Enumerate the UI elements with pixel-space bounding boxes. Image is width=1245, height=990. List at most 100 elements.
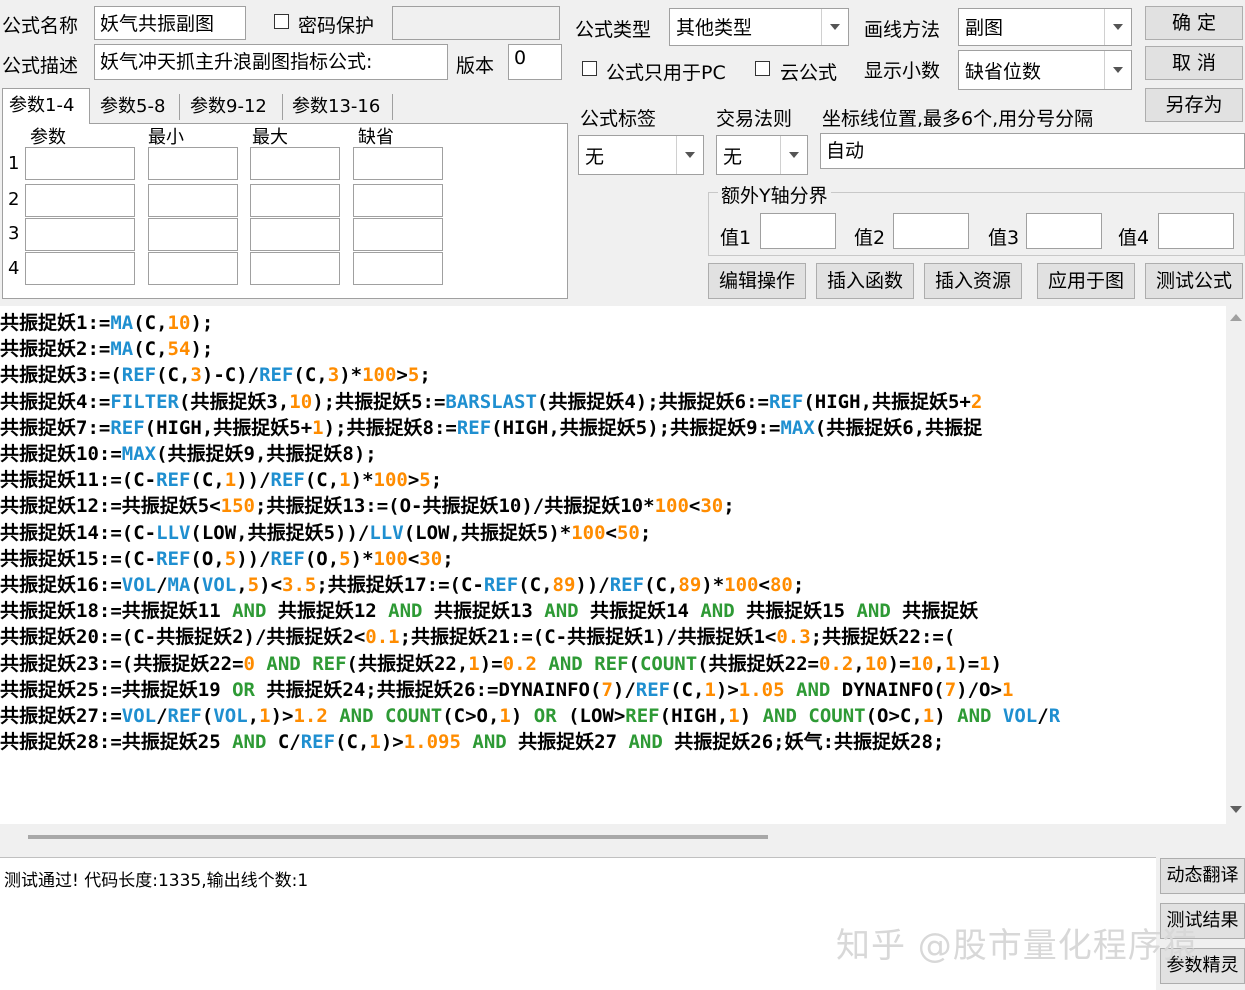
value4-input[interactable]: [1158, 213, 1234, 249]
tab-divider: [179, 94, 180, 120]
code-line: 共振捉妖11:=(C-REF(C,1))/REF(C,1)*100>5;: [0, 469, 443, 492]
watermark: 知乎 @股市量化程序猿: [836, 926, 1198, 966]
tab-divider: [392, 94, 393, 120]
code-line: 共振捉妖28:=共振捉妖25 AND C/REF(C,1)>1.095 AND …: [0, 731, 945, 754]
param-2-name-input[interactable]: [25, 184, 135, 217]
apply-to-chart-button[interactable]: 应用于图: [1037, 263, 1135, 299]
param-4-max-input[interactable]: [250, 252, 340, 285]
formula-name-input[interactable]: 妖气共振副图: [94, 6, 246, 40]
code-line: 共振捉妖2:=MA(C,54);: [0, 338, 214, 361]
decimal-value: 缺省位数: [965, 61, 1042, 83]
code-line: 共振捉妖4:=FILTER(共振捉妖3,10);共振捉妖5:=BARSLAST(…: [0, 390, 983, 413]
value2-input[interactable]: [893, 213, 969, 249]
code-line: 共振捉妖12:=共振捉妖5<150;共振捉妖13:=(O-共振捉妖10)/共振捉…: [0, 495, 735, 518]
param-2-default-input[interactable]: [353, 184, 443, 217]
horizontal-scroll-thumb[interactable]: [28, 835, 768, 839]
status-message: 测试通过! 代码长度:1335,输出线个数:1: [4, 871, 309, 891]
scroll-up-icon[interactable]: [1230, 314, 1242, 321]
scroll-down-icon[interactable]: [1230, 806, 1242, 813]
code-line: 共振捉妖20:=(C-共振捉妖2)/共振捉妖2<0.1;共振捉妖21:=(C-共…: [0, 626, 956, 649]
code-line: 共振捉妖23:=(共振捉妖22=0 AND REF(共振捉妖22,1)=0.2 …: [0, 652, 1003, 675]
param-1-min-input[interactable]: [148, 147, 238, 180]
vertical-scrollbar[interactable]: [1226, 306, 1245, 824]
code-line: 共振捉妖1:=MA(C,10);: [0, 312, 214, 334]
version-input[interactable]: 0: [508, 44, 562, 80]
formula-name-label: 公式名称: [2, 15, 79, 37]
insert-function-button[interactable]: 插入函数: [816, 263, 914, 299]
code-line: 共振捉妖7:=REF(HIGH,共振捉妖5+1);共振捉妖8:=REF(HIGH…: [0, 416, 983, 439]
value1-input[interactable]: [760, 213, 836, 249]
param-4-default-input[interactable]: [353, 252, 443, 285]
code-editor[interactable]: 共振捉妖1:=MA(C,10); 共振捉妖2:=MA(C,54); 共振捉妖3:=(…: [0, 306, 1226, 824]
trade-rule-label: 交易法则: [716, 108, 793, 130]
formula-type-label: 公式类型: [575, 19, 652, 41]
decimal-select[interactable]: 缺省位数: [958, 50, 1132, 90]
tab-params-5-8[interactable]: 参数5-8: [94, 90, 176, 122]
dynamic-translate-button[interactable]: 动态翻译: [1160, 858, 1245, 894]
param-header-default: 缺省: [358, 127, 394, 148]
tab-divider: [282, 94, 283, 120]
version-label: 版本: [456, 55, 495, 77]
cloud-checkbox[interactable]: [755, 61, 770, 76]
tab-params-1-4[interactable]: 参数1-4: [2, 88, 90, 124]
param-3-max-input[interactable]: [250, 218, 340, 251]
chevron-down-icon[interactable]: [821, 9, 848, 45]
pc-only-label: 公式只用于PC: [606, 62, 726, 84]
param-header-name: 参数: [30, 127, 66, 148]
cloud-label: 云公式: [780, 62, 838, 84]
param-row-number: 3: [8, 223, 20, 244]
ok-button[interactable]: 确 定: [1145, 6, 1243, 40]
chevron-down-icon[interactable]: [1104, 51, 1131, 89]
tab-params-9-12[interactable]: 参数9-12: [184, 90, 278, 122]
formula-tag-label: 公式标签: [580, 108, 657, 130]
code-line: 共振捉妖3:=(REF(C,3)-C)/REF(C,3)*100>5;: [0, 364, 431, 387]
value2-label: 值2: [854, 227, 886, 249]
decimal-label: 显示小数: [864, 60, 941, 82]
formula-tag-value: 无: [585, 146, 605, 168]
chevron-down-icon[interactable]: [1104, 9, 1131, 45]
draw-method-value: 副图: [965, 17, 1004, 39]
horizontal-scrollbar[interactable]: [0, 824, 1226, 852]
param-4-name-input[interactable]: [25, 252, 135, 285]
code-line: 共振捉妖18:=共振捉妖11 AND 共振捉妖12 AND 共振捉妖13 AND…: [0, 600, 979, 623]
trade-rule-select[interactable]: 无: [716, 135, 808, 175]
password-checkbox[interactable]: [274, 14, 289, 29]
trade-rule-value: 无: [723, 146, 743, 168]
param-1-max-input[interactable]: [250, 147, 340, 180]
param-header-max: 最大: [252, 127, 288, 148]
save-as-button[interactable]: 另存为: [1145, 88, 1243, 122]
chevron-down-icon[interactable]: [676, 136, 703, 174]
value3-input[interactable]: [1026, 213, 1102, 249]
param-row-number: 1: [8, 153, 20, 174]
coord-line-input[interactable]: 自动: [820, 133, 1245, 169]
param-3-min-input[interactable]: [148, 218, 238, 251]
password-label: 密码保护: [298, 15, 375, 37]
param-1-default-input[interactable]: [353, 147, 443, 180]
param-2-max-input[interactable]: [250, 184, 340, 217]
test-formula-button[interactable]: 测试公式: [1145, 263, 1243, 299]
tab-params-13-16[interactable]: 参数13-16: [286, 90, 390, 122]
param-1-name-input[interactable]: [25, 147, 135, 180]
value1-label: 值1: [720, 227, 752, 249]
insert-resource-button[interactable]: 插入资源: [924, 263, 1022, 299]
yaxis-group-label: 额外Y轴分界: [718, 181, 831, 208]
param-3-name-input[interactable]: [25, 218, 135, 251]
edit-ops-button[interactable]: 编辑操作: [708, 263, 806, 299]
code-line: 共振捉妖10:=MAX(共振捉妖9,共振捉妖8);: [0, 443, 377, 466]
code-line: 共振捉妖27:=VOL/REF(VOL,1)>1.2 AND COUNT(C>O…: [0, 705, 1061, 728]
password-input[interactable]: [392, 6, 560, 40]
draw-method-select[interactable]: 副图: [958, 8, 1132, 46]
chevron-down-icon[interactable]: [780, 136, 807, 174]
code-line: 共振捉妖25:=共振捉妖19 OR 共振捉妖24;共振捉妖26:=DYNAINF…: [0, 678, 1014, 701]
param-3-default-input[interactable]: [353, 218, 443, 251]
formula-desc-input[interactable]: 妖气冲天抓主升浪副图指标公式:: [94, 44, 448, 80]
cancel-button[interactable]: 取 消: [1145, 46, 1243, 80]
pc-only-checkbox[interactable]: [582, 61, 597, 76]
formula-tag-select[interactable]: 无: [578, 135, 704, 175]
param-4-min-input[interactable]: [148, 252, 238, 285]
param-row-number: 2: [8, 189, 20, 210]
formula-type-select[interactable]: 其他类型: [669, 8, 849, 46]
value3-label: 值3: [988, 227, 1020, 249]
value4-label: 值4: [1118, 227, 1150, 249]
param-2-min-input[interactable]: [148, 184, 238, 217]
